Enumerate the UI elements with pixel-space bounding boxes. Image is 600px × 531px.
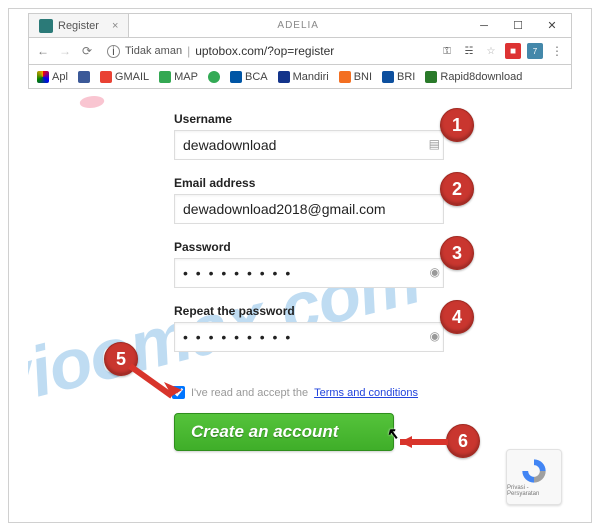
password-label: Password [174,240,454,254]
extension-badge-icon[interactable]: 7 [527,43,543,59]
bookmark-gmail-label: GMAIL [115,71,149,83]
info-icon: i [107,45,120,58]
key-icon[interactable]: ⚿ [439,43,455,59]
bookmark-bni-label: BNI [354,71,372,83]
url-text: uptobox.com/?op=register [195,44,334,58]
create-account-label: Create an account [191,422,338,442]
bookmark-mandiri[interactable]: Mandiri [278,71,329,83]
bookmark-bri-label: BRI [397,71,415,83]
page-content: vioomax.com Username ▤ Email address Pas… [28,90,572,513]
terms-link[interactable]: Terms and conditions [314,387,418,399]
tab-close-icon[interactable]: × [112,20,118,32]
bookmark-bni[interactable]: BNI [339,71,372,83]
annotation-badge-3: 3 [440,236,474,270]
eye-icon[interactable]: ◉ [430,265,440,279]
window-maximize-button[interactable]: ☐ [501,15,535,37]
translate-icon[interactable]: ☵ [461,43,477,59]
bookmark-mandiri-label: Mandiri [293,71,329,83]
window-titlebar: Register × ADELIA ─ ☐ ✕ [28,13,572,37]
eye-icon[interactable]: ◉ [430,329,440,343]
back-icon[interactable]: ← [35,44,51,58]
annotation-badge-4: 4 [440,300,474,334]
bookmark-gmail[interactable]: GMAIL [100,71,149,83]
recaptcha-icon [520,457,548,485]
register-form: Username ▤ Email address Password ◉ Repe… [174,112,454,451]
apps-label: Apl [52,71,68,83]
apps-button[interactable]: Apl [37,71,68,83]
bookmark-rapid8-label: Rapid8download [440,71,522,83]
browser-tab[interactable]: Register × [29,14,129,37]
annotation-badge-2: 2 [440,172,474,206]
bookmark-bri[interactable]: BRI [382,71,415,83]
star-icon[interactable]: ☆ [483,43,499,59]
omnibox[interactable]: i Tidak aman | uptobox.com/?op=register [101,42,433,60]
extension-red-icon[interactable]: ■ [505,43,521,59]
repeat-password-input[interactable] [174,322,444,352]
username-input[interactable] [174,130,444,160]
email-input[interactable] [174,194,444,224]
reload-icon[interactable]: ⟳ [79,44,95,58]
annotation-arrow-6 [386,434,456,454]
tab-favicon-icon [39,19,53,33]
decoration-smudge [78,96,106,108]
annotation-arrow-5 [124,360,194,410]
bookmarks-bar: Apl GMAIL MAP BCA Mandiri BNI BRI Rapid8… [28,65,572,89]
bookmark-bca[interactable]: BCA [230,71,268,83]
menu-icon[interactable]: ⋮ [549,44,565,58]
window-owner-label: ADELIA [129,20,467,31]
email-label: Email address [174,176,454,190]
url-separator: | [187,44,190,58]
create-account-button[interactable]: Create an account ↖ [174,413,394,451]
window-minimize-button[interactable]: ─ [467,15,501,37]
address-bar: ← → ⟳ i Tidak aman | uptobox.com/?op=reg… [28,37,572,65]
bookmark-num[interactable] [208,71,220,83]
terms-text: I've read and accept the [191,387,308,399]
bookmark-map-label: MAP [174,71,198,83]
repeat-password-label: Repeat the password [174,304,454,318]
username-label: Username [174,112,454,126]
terms-row: I've read and accept the Terms and condi… [172,386,454,399]
bookmark-map[interactable]: MAP [159,71,198,83]
window-close-button[interactable]: ✕ [535,15,569,37]
tab-title: Register [58,20,99,32]
annotation-badge-1: 1 [440,108,474,142]
bookmark-facebook[interactable] [78,71,90,83]
bookmark-bca-label: BCA [245,71,268,83]
recaptcha-badge[interactable]: Privasi - Persyaratan [506,449,562,505]
bookmark-rapid8[interactable]: Rapid8download [425,71,522,83]
password-input[interactable] [174,258,444,288]
forward-icon[interactable]: → [57,44,73,58]
recaptcha-caption: Privasi - Persyaratan [507,485,561,497]
contact-card-icon: ▤ [429,137,440,151]
insecure-label: Tidak aman [125,45,182,57]
